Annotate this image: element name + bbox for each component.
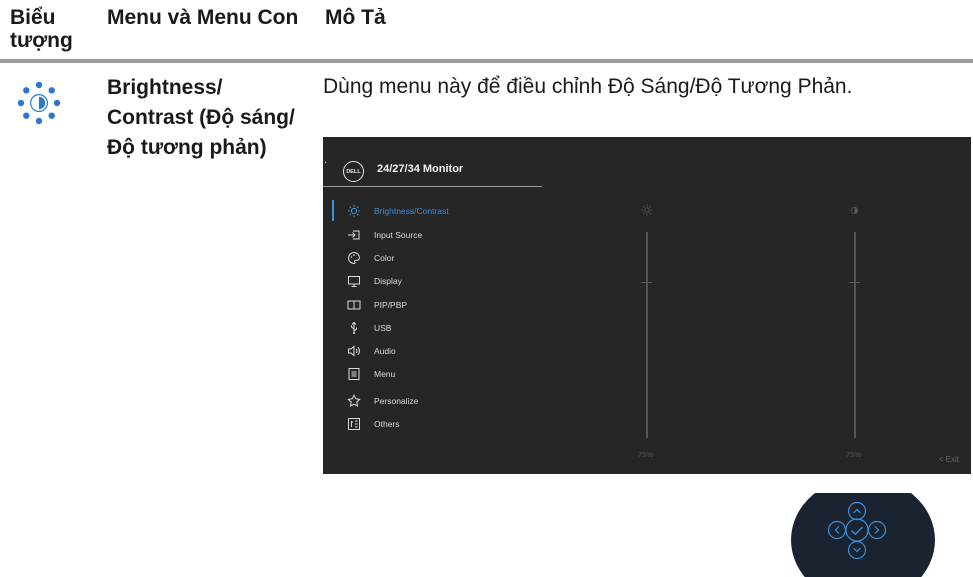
- osd-screenshot: . DELL 24/27/34 Monitor Brightness/Contr…: [323, 137, 971, 474]
- osd-item-label: Audio: [374, 346, 396, 356]
- input-source-icon: [348, 230, 360, 240]
- osd-item-color[interactable]: Color: [347, 250, 394, 266]
- osd-item-others[interactable]: Others: [347, 416, 400, 432]
- pip-pbp-icon: [347, 300, 361, 310]
- contrast-slider-handle[interactable]: [849, 282, 860, 283]
- osd-item-display[interactable]: Display: [347, 273, 402, 289]
- contrast-slider-icon: [850, 206, 859, 215]
- contrast-slider[interactable]: [854, 232, 856, 438]
- header-icon-column: Biểu tượng: [10, 6, 73, 52]
- osd-item-label: Brightness/Contrast: [374, 206, 449, 216]
- menu-name: Brightness/ Contrast (Độ sáng/Độ tương p…: [107, 76, 295, 159]
- header-divider: [0, 59, 973, 63]
- display-icon: [348, 276, 360, 287]
- brightness-contrast-icon: [17, 81, 61, 125]
- osd-item-label: Display: [374, 276, 402, 286]
- osd-item-personalize[interactable]: Personalize: [347, 393, 418, 409]
- brightness-slider-icon: [641, 204, 653, 216]
- star-icon: [347, 394, 361, 407]
- brightness-value: 75%: [638, 450, 654, 459]
- osd-item-label: Input Source: [374, 230, 423, 240]
- joystick-control: [791, 493, 935, 577]
- osd-item-menu[interactable]: Menu: [347, 366, 395, 382]
- osd-item-label: PIP/PBP: [374, 300, 408, 310]
- contrast-value: 75%: [846, 450, 862, 459]
- osd-item-label: Menu: [374, 369, 396, 379]
- header-description-column: Mô Tả: [325, 6, 386, 29]
- brightness-icon: [347, 204, 361, 218]
- osd-selection-indicator: [332, 200, 334, 221]
- header-menu-column: Menu và Menu Con: [107, 6, 299, 29]
- others-icon: [348, 418, 360, 430]
- osd-item-label: Personalize: [374, 396, 419, 406]
- menu-icon: [348, 368, 360, 380]
- brightness-slider-handle[interactable]: [641, 282, 652, 283]
- osd-item-brightness-contrast[interactable]: Brightness/Contrast: [347, 203, 449, 219]
- osd-item-label: Color: [374, 253, 395, 263]
- osd-item-input-source[interactable]: Input Source: [347, 227, 422, 243]
- brightness-slider[interactable]: [646, 232, 648, 438]
- osd-item-pip-pbp[interactable]: PIP/PBP: [347, 297, 407, 313]
- osd-item-audio[interactable]: Audio: [347, 343, 396, 359]
- exit-button[interactable]: < Exit: [939, 455, 959, 464]
- osd-title: 24/27/34 Monitor: [377, 163, 464, 175]
- description: Dùng menu này để điều chỉnh Độ Sáng/Độ T…: [323, 75, 853, 98]
- dell-logo: DELL: [343, 161, 364, 182]
- usb-icon: [351, 321, 357, 334]
- osd-item-label: USB: [374, 323, 392, 333]
- osd-corner-mark: .: [324, 154, 328, 166]
- color-palette-icon: [348, 251, 360, 265]
- osd-item-usb[interactable]: USB: [347, 320, 391, 336]
- osd-title-divider: [323, 186, 542, 187]
- osd-item-label: Others: [374, 419, 400, 429]
- audio-icon: [348, 345, 360, 357]
